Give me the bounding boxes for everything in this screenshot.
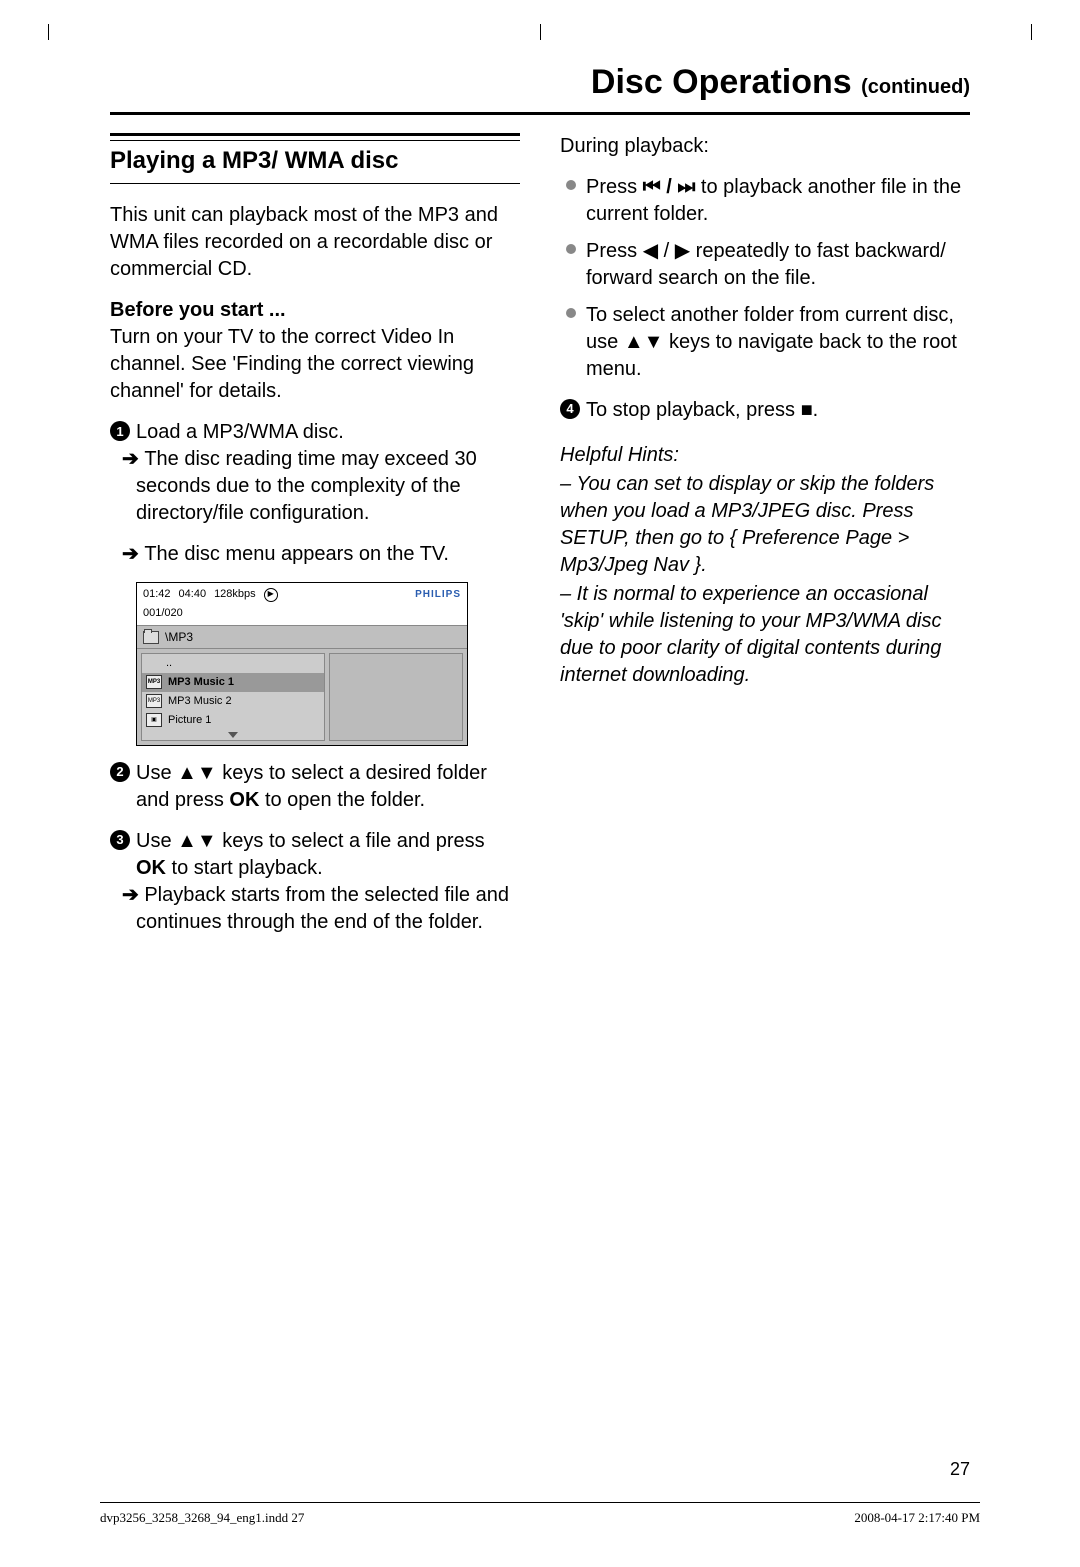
up-down-icon: ▲▼ bbox=[177, 830, 217, 852]
step-2-a: Use bbox=[136, 762, 177, 784]
up-down-icon: ▲▼ bbox=[624, 331, 664, 353]
page-content: Disc Operations (continued) Playing a MP… bbox=[110, 60, 970, 1447]
step-1-note-b: ➔ The disc menu appears on the TV. bbox=[110, 541, 520, 568]
step-2-icon: 2 bbox=[110, 762, 130, 782]
diag-file-list: .. MP3 MP3 Music 1 MP3 MP3 Music 2 ▣ Pictur… bbox=[141, 653, 325, 740]
step-2-c: to open the folder. bbox=[259, 789, 425, 811]
helpful-hints: Helpful Hints: – You can set to display … bbox=[560, 442, 970, 689]
hints-head: Helpful Hints: bbox=[560, 442, 970, 469]
diag-path-text: \MP3 bbox=[165, 629, 193, 645]
diag-brand: PHILIPS bbox=[415, 588, 461, 602]
during-head: During playback: bbox=[560, 133, 970, 160]
step-3-note: ➔ Playback starts from the selected file… bbox=[110, 882, 520, 936]
title-continued: (continued) bbox=[861, 76, 970, 98]
right-column: During playback: Press ⏮ / ⏭ to playback… bbox=[560, 133, 970, 950]
diag-time1: 01:42 bbox=[143, 587, 171, 602]
step-2: 2 Use ▲▼ keys to select a desired folder… bbox=[110, 760, 520, 814]
left-column: Playing a MP3/ WMA disc This unit can pl… bbox=[110, 133, 520, 950]
diag-preview-pane bbox=[329, 653, 464, 740]
step-3: 3 Use ▲▼ keys to select a file and press… bbox=[110, 828, 520, 882]
diag-track: 001/020 bbox=[137, 606, 467, 625]
s4b: . bbox=[813, 399, 819, 421]
footer: dvp3256_3258_3268_94_eng1.indd 27 2008-0… bbox=[100, 1502, 980, 1527]
diag-bitrate: 128kbps bbox=[214, 587, 256, 602]
step-4-icon: 4 bbox=[560, 399, 580, 419]
rew-ff-icon: ◀ / ▶ bbox=[643, 240, 690, 262]
footer-left: dvp3256_3258_3268_94_eng1.indd 27 bbox=[100, 1509, 304, 1527]
mp3-file-icon: MP3 bbox=[146, 694, 162, 708]
play-status-icon: ▶ bbox=[264, 588, 278, 602]
diag-row-0: .. bbox=[166, 656, 172, 671]
footer-right: 2008-04-17 2:17:40 PM bbox=[854, 1509, 980, 1527]
step-3-b: keys to select a file and press bbox=[217, 830, 485, 852]
step-4: 4 To stop playback, press ■. bbox=[560, 397, 970, 424]
bullet-3: To select another folder from current di… bbox=[560, 302, 970, 383]
page-title: Disc Operations (continued) bbox=[110, 60, 970, 106]
step-3-note-text: Playback starts from the selected file a… bbox=[136, 884, 509, 933]
step-1-note-a: ➔ The disc reading time may exceed 30 se… bbox=[110, 446, 520, 527]
page-number: 27 bbox=[950, 1457, 970, 1481]
stop-icon: ■ bbox=[801, 399, 813, 421]
crop-marks bbox=[48, 24, 1032, 40]
diag-time2: 04:40 bbox=[179, 587, 207, 602]
bullet-1: Press ⏮ / ⏭ to playback another file in … bbox=[560, 174, 970, 228]
before-text: Turn on your TV to the correct Video In … bbox=[110, 324, 520, 405]
ok-label: OK bbox=[136, 857, 166, 879]
picture-file-icon: ▣ bbox=[146, 713, 162, 727]
step-1-text: Load a MP3/WMA disc. bbox=[136, 421, 344, 443]
intro-text: This unit can playback most of the MP3 a… bbox=[110, 202, 520, 283]
bullet-icon bbox=[566, 180, 576, 190]
b1a: Press bbox=[586, 176, 643, 198]
section-heading: Playing a MP3/ WMA disc bbox=[110, 133, 520, 184]
bullet-2: Press ◀ / ▶ repeatedly to fast backward/… bbox=[560, 238, 970, 292]
prev-next-icon: ⏮ / ⏭ bbox=[643, 176, 696, 198]
diag-path: \MP3 bbox=[137, 625, 467, 649]
step-3-icon: 3 bbox=[110, 830, 130, 850]
title-rule bbox=[110, 112, 970, 115]
diag-row-3: Picture 1 bbox=[168, 713, 211, 728]
b2a: Press bbox=[586, 240, 643, 262]
diag-row-2: MP3 Music 2 bbox=[168, 694, 232, 709]
before-head: Before you start ... bbox=[110, 297, 520, 324]
folder-icon bbox=[143, 631, 159, 644]
step-1-note-b-text: The disc menu appears on the TV. bbox=[144, 543, 449, 565]
ok-label: OK bbox=[229, 789, 259, 811]
section-heading-text: Playing a MP3/ WMA disc bbox=[110, 140, 520, 177]
hints-1: – You can set to display or skip the fol… bbox=[560, 471, 970, 579]
s4a: To stop playback, press bbox=[586, 399, 801, 421]
tv-menu-diagram: 01:42 04:40 128kbps ▶ PHILIPS 001/020 \M… bbox=[136, 582, 468, 745]
arrow-icon: ➔ bbox=[122, 884, 144, 906]
bullet-icon bbox=[566, 308, 576, 318]
step-1-note-a-text: The disc reading time may exceed 30 seco… bbox=[136, 448, 477, 524]
hints-2: – It is normal to experience an occasion… bbox=[560, 581, 970, 689]
step-1-icon: 1 bbox=[110, 421, 130, 441]
diag-row-1: MP3 Music 1 bbox=[168, 675, 234, 690]
step-1: 1 Load a MP3/WMA disc. bbox=[110, 419, 520, 446]
bullet-icon bbox=[566, 244, 576, 254]
scroll-down-icon bbox=[228, 732, 238, 738]
arrow-icon: ➔ bbox=[122, 543, 144, 565]
title-text: Disc Operations bbox=[591, 63, 852, 101]
up-down-icon: ▲▼ bbox=[177, 762, 217, 784]
step-3-c: to start playback. bbox=[166, 857, 323, 879]
arrow-icon: ➔ bbox=[122, 448, 144, 470]
step-3-a: Use bbox=[136, 830, 177, 852]
mp3-file-icon: MP3 bbox=[146, 675, 162, 689]
